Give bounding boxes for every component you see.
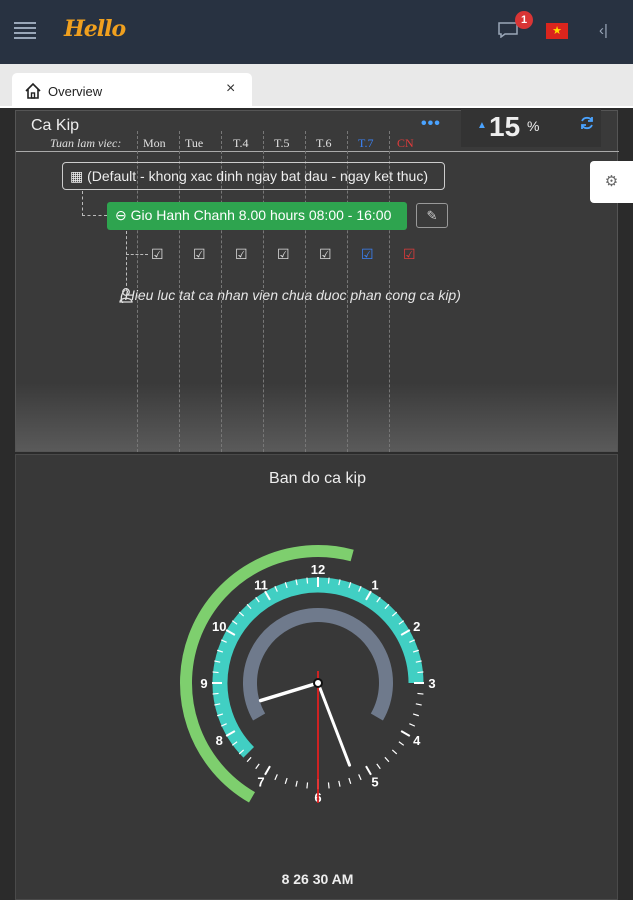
clock-tick	[327, 577, 330, 584]
clock-time: 8 26 30 AM	[281, 871, 354, 887]
clock-tick	[306, 577, 309, 584]
kpi-value: 15	[489, 111, 521, 142]
day-checkbox[interactable]: ☑	[319, 246, 332, 263]
settings-gear-icon[interactable]: ⚙	[590, 161, 633, 203]
clock-tick	[415, 703, 422, 706]
shift-clock: 121234567891011	[180, 545, 436, 805]
day-checkbox[interactable]: ☑	[151, 246, 164, 263]
chat-icon[interactable]	[498, 22, 518, 38]
clock-tick	[409, 723, 416, 727]
flag-star: ★	[552, 25, 562, 37]
clock-tick	[246, 756, 252, 763]
clock-tick	[358, 774, 362, 781]
close-icon[interactable]: ×	[226, 80, 235, 98]
clock-tick	[306, 782, 309, 789]
clock-number: 1	[371, 577, 378, 592]
assignment-note: (Hieu luc tat ca nhan vien chua duoc pha…	[120, 287, 461, 303]
tab-label: Overview	[48, 84, 103, 99]
day-label: CN	[397, 136, 414, 150]
connector	[82, 215, 107, 216]
refresh-icon[interactable]	[579, 115, 595, 131]
app-logo[interactable]: Hello	[64, 16, 126, 42]
clock-number: 2	[413, 619, 420, 634]
clock-tick	[284, 777, 288, 784]
connector	[126, 254, 148, 255]
clock-tick	[255, 763, 260, 770]
clock-tick	[365, 765, 372, 776]
user-icon	[119, 288, 133, 303]
clock-number: 4	[413, 733, 421, 748]
panel-title: Ca Kip	[31, 117, 80, 134]
header-divider	[16, 151, 619, 152]
clock-tick	[212, 692, 219, 695]
default-schedule-box[interactable]: ▦ (Default - khong xac dinh ngay bat dau…	[62, 162, 445, 190]
edit-button[interactable]: ✎	[416, 203, 448, 228]
tab-overview[interactable]: Overview ×	[12, 73, 252, 108]
notification-badge: 1	[515, 11, 533, 29]
week-label: Tuan lam viec:	[50, 136, 122, 150]
clock-tick	[400, 730, 411, 737]
calendar-icon: ▦	[70, 168, 84, 184]
clock-number: 9	[200, 676, 207, 691]
clock-tick	[417, 692, 424, 695]
clock-tick	[376, 763, 381, 770]
clock-number: 10	[212, 619, 226, 634]
kpi-unit: %	[527, 118, 540, 134]
clock-number: 7	[257, 775, 264, 790]
clock-tick	[295, 780, 298, 787]
vietnam-flag-icon[interactable]: ★	[546, 23, 568, 39]
default-schedule-label: (Default - khong xac dinh ngay bat dau -…	[87, 168, 428, 184]
kpi-box: ▲ 15 %	[461, 109, 601, 147]
pencil-icon: ✎	[426, 208, 438, 223]
home-icon	[25, 82, 41, 99]
clock-tick	[327, 782, 330, 789]
clock-tick	[391, 749, 398, 755]
shift-map-panel: Ban do ca kip 121234567891011 8 26 30 AM	[15, 454, 618, 900]
clock-number: 5	[371, 775, 378, 790]
clock-center	[313, 678, 323, 688]
tab-bar: Overview ×	[0, 64, 633, 108]
connector	[126, 231, 127, 291]
clock-tick	[212, 671, 219, 674]
minute-hand	[316, 681, 352, 767]
day-checkbox[interactable]: ☑	[235, 246, 248, 263]
day-checkbox[interactable]: ☑	[361, 246, 374, 263]
clock-tick	[264, 765, 271, 776]
clock-tick	[398, 741, 405, 746]
clock-tick	[412, 713, 419, 717]
clock-number: 3	[428, 676, 435, 691]
clock-tick	[384, 756, 390, 763]
clock-number: 11	[254, 577, 268, 592]
day-label: Tue	[185, 136, 204, 150]
day-label: T.6	[316, 136, 332, 150]
hour-hand	[258, 681, 320, 703]
day-checkbox[interactable]: ☑	[403, 246, 416, 263]
ca-kip-panel: Ca Kip ••• ▲ 15 % Tuan lam viec: Mon Tue T…	[15, 109, 619, 452]
connector	[82, 191, 83, 216]
clock-tick	[338, 780, 341, 787]
shift-label: Gio Hanh Chanh 8.00 hours 08:00 - 16:00	[130, 207, 392, 223]
more-options-icon[interactable]: •••	[421, 115, 441, 133]
clock-tick	[348, 777, 352, 784]
menu-icon[interactable]	[14, 22, 36, 39]
day-label: Mon	[143, 136, 166, 150]
day-checkbox[interactable]: ☑	[193, 246, 206, 263]
day-label: T.4	[233, 136, 249, 150]
clock-tick	[417, 671, 424, 674]
clock-number: 8	[216, 733, 223, 748]
shift-box[interactable]: ⊖ Gio Hanh Chanh 8.00 hours 08:00 - 16:0…	[107, 202, 407, 230]
minus-circle-icon: ⊖	[115, 207, 127, 223]
clock-number: 12	[311, 562, 325, 577]
up-arrow-icon: ▲	[477, 120, 487, 131]
top-bar: Hello 1 ★ ‹|	[0, 0, 633, 64]
day-label: T.5	[274, 136, 290, 150]
day-checkbox[interactable]: ☑	[277, 246, 290, 263]
day-label: T.7	[358, 136, 374, 150]
collapse-sidebar-icon[interactable]: ‹|	[599, 22, 608, 39]
clock-tick	[274, 774, 278, 781]
